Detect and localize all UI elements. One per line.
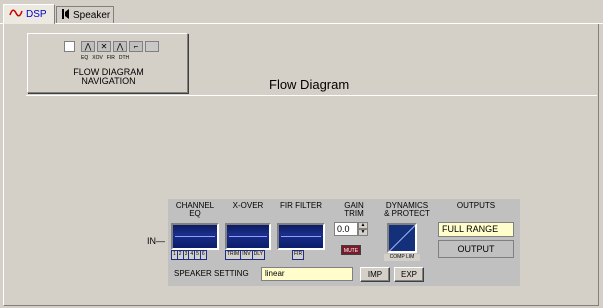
in-arrow: — (156, 236, 165, 246)
gain-down-button[interactable]: ▼ (358, 229, 368, 236)
speaker-setting-field[interactable]: linear (261, 267, 353, 281)
tab-speaker-label: Speaker (73, 10, 111, 21)
eq-channel-6-button[interactable]: 6 (200, 251, 206, 259)
nav-icons: ⋀ ✕ ⋀ ⌐ (64, 41, 159, 52)
nav-label-fir: FIR (106, 55, 115, 61)
gain-up-button[interactable]: ▲ (358, 222, 368, 229)
nav-label-eq: EQ (81, 55, 89, 61)
gain-value-field[interactable]: 0.0 (334, 222, 358, 236)
speaker-setting-row: SPEAKER SETTING linear IMP EXP (168, 265, 520, 285)
output-nav-icon[interactable] (145, 41, 159, 52)
stage-gain-trim: GAIN TRIM 0.0 ▲ ▼ MUTE (331, 199, 377, 263)
import-button[interactable]: IMP (360, 267, 390, 282)
eq-channel-5-button[interactable]: 5 (195, 251, 200, 259)
outputs-heading: OUTPUTS (434, 199, 518, 222)
outputs-line1: OUTPUTS (456, 201, 496, 210)
stage-fir-filter: FIR FILTER FIR (274, 199, 328, 263)
eq-channel-4-button[interactable]: 4 (189, 251, 195, 259)
eq-channel-1-button[interactable]: 1 (172, 251, 177, 259)
eq-channel-2-button[interactable]: 2 (177, 251, 183, 259)
fir-buttons: FIR (292, 250, 305, 260)
nav-label-dth: DTH (118, 55, 130, 61)
in-label: IN— (147, 236, 165, 246)
dynamics-display[interactable] (387, 223, 417, 253)
nav-checkbox[interactable] (64, 41, 75, 52)
channel-eq-buttons: 1 2 3 4 5 6 (171, 250, 207, 260)
in-label-text: IN (147, 236, 156, 246)
channel-eq-display[interactable] (171, 223, 219, 250)
nav-label-xov: XOV (92, 55, 103, 61)
gain-spin-buttons: ▲ ▼ (358, 222, 368, 236)
stage-outputs: OUTPUTS FULL RANGE OUTPUT (434, 199, 518, 263)
fir-button[interactable]: FIR (293, 251, 304, 259)
flow-navigation-box[interactable]: ⋀ ✕ ⋀ ⌐ EQ XOV FIR DTH FLOW DIAGRAM NAVI… (27, 33, 188, 93)
gain-line2: TRIM (344, 209, 364, 218)
channel-eq-heading: CHANNEL EQ (168, 199, 222, 222)
dynamics-line2: & PROTECT (384, 209, 430, 218)
dth-nav-icon[interactable]: ⌐ (129, 41, 143, 52)
speaker-icon (62, 9, 70, 22)
nav-title-line2: NAVIGATION (81, 76, 136, 86)
fir-nav-icon[interactable]: ⋀ (113, 41, 127, 52)
tab-dsp-label: DSP (26, 9, 47, 20)
output-button[interactable]: OUTPUT (438, 240, 514, 258)
xover-buttons: TRIM INV DLY (225, 250, 265, 260)
eq-nav-icon[interactable]: ⋀ (81, 41, 95, 52)
output-mode-field[interactable]: FULL RANGE (438, 222, 514, 237)
export-button[interactable]: EXP (394, 267, 424, 282)
fir-line1: FIR FILTER (279, 201, 323, 210)
mute-button[interactable]: MUTE (341, 245, 361, 255)
eq-channel-3-button[interactable]: 3 (183, 251, 189, 259)
xover-heading: X-OVER (222, 199, 274, 222)
gain-heading: GAIN TRIM (331, 199, 377, 222)
tab-dsp[interactable]: DSP (3, 4, 55, 24)
fir-heading: FIR FILTER (274, 199, 328, 222)
gain-spinner: 0.0 ▲ ▼ (334, 222, 368, 238)
speaker-setting-label: SPEAKER SETTING (174, 269, 249, 278)
signal-flow-block: CHANNEL EQ 1 2 3 4 5 6 X-OVER TRIM INV D… (168, 199, 520, 286)
xover-display[interactable] (225, 223, 271, 250)
xover-line1: X-OVER (232, 201, 264, 210)
fir-display[interactable] (277, 223, 325, 250)
flow-diagram-title: Flow Diagram (269, 77, 350, 92)
tab-speaker[interactable]: Speaker (56, 6, 114, 24)
dsp-wave-icon (9, 8, 23, 21)
dynamics-heading: DYNAMICS & PROTECT (382, 199, 432, 222)
stage-dynamics: DYNAMICS & PROTECT COMP LIM (382, 199, 432, 263)
tab-bar: DSP Speaker (0, 0, 603, 24)
xover-nav-icon[interactable]: ✕ (97, 41, 111, 52)
trim-button[interactable]: TRIM (226, 251, 241, 259)
channel-eq-line2: EQ (189, 209, 201, 218)
nav-title: FLOW DIAGRAM NAVIGATION (28, 68, 189, 86)
delay-button[interactable]: DLY (252, 251, 264, 259)
stage-channel-eq: CHANNEL EQ 1 2 3 4 5 6 (168, 199, 222, 263)
stage-xover: X-OVER TRIM INV DLY (222, 199, 274, 263)
divider (26, 95, 597, 96)
comp-lim-button[interactable]: COMP LIM (384, 254, 420, 261)
invert-button[interactable]: INV (241, 251, 252, 259)
nav-icon-labels: EQ XOV FIR DTH (81, 55, 129, 61)
